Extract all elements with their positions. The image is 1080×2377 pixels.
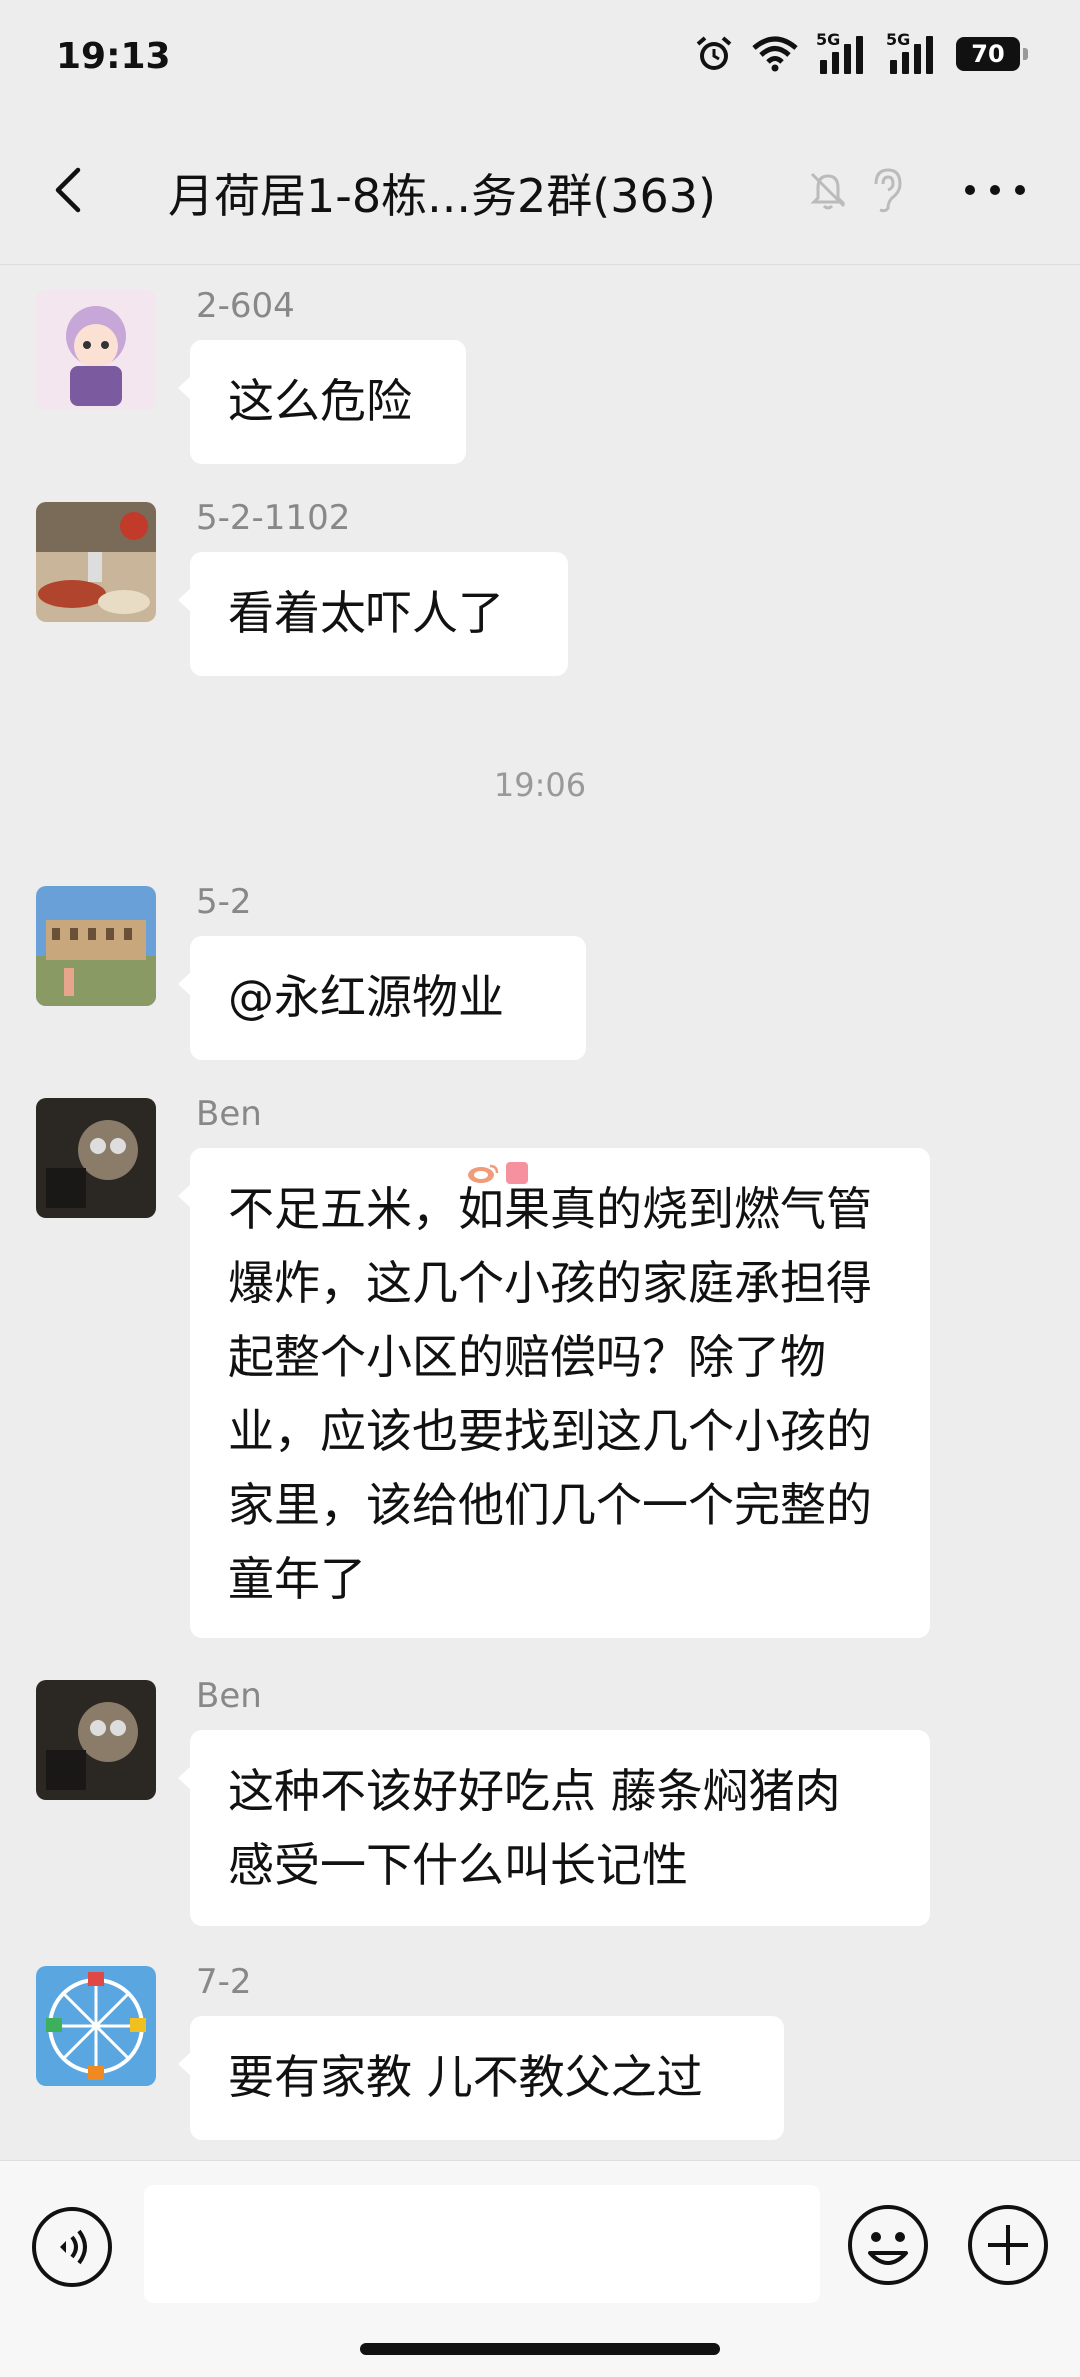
back-icon[interactable] xyxy=(40,160,100,220)
voice-input-icon[interactable] xyxy=(30,2205,114,2289)
sender-name: 5-2-1102 xyxy=(196,498,351,538)
sender-name: Ben xyxy=(196,1676,262,1716)
sender-name: Ben xyxy=(196,1094,262,1134)
avatar[interactable] xyxy=(36,1098,156,1218)
status-icons: 5G 5G 70 xyxy=(694,30,1028,74)
message-bubble[interactable]: 不足五米，如果真的烧到燃气管爆炸，这几个小孩的家庭承担得起整个小区的赔偿吗？除了… xyxy=(178,1148,930,1638)
chat-title: 月荷居1-8栋...务2群(363) xyxy=(168,169,716,223)
ear-icon xyxy=(874,168,902,213)
avatar[interactable] xyxy=(36,290,156,410)
network-type-2: 5G xyxy=(886,30,911,49)
signal-icon-1: 5G xyxy=(816,30,868,74)
message-input[interactable] xyxy=(144,2185,820,2303)
watermark-badge-icon xyxy=(506,1162,528,1184)
input-bar xyxy=(0,2160,1080,2377)
home-indicator[interactable] xyxy=(360,2343,720,2355)
avatar[interactable] xyxy=(36,1680,156,1800)
message-bubble[interactable]: 要有家教 儿不教父之过 xyxy=(178,2016,784,2140)
message-bubble[interactable]: 这种不该好好吃点 藤条焖猪肉 感受一下什么叫长记性 xyxy=(178,1730,930,1926)
mute-bell-icon xyxy=(810,172,846,210)
battery-level: 70 xyxy=(971,40,1005,68)
wifi-icon xyxy=(752,36,798,72)
network-type-1: 5G xyxy=(816,30,841,49)
battery-icon: 70 xyxy=(956,37,1028,71)
avatar[interactable] xyxy=(36,502,156,622)
alarm-icon xyxy=(696,36,732,70)
signal-icon-2: 5G xyxy=(886,30,938,74)
status-bar: 19:13 5G 5G 70 xyxy=(0,0,1080,120)
watermark xyxy=(466,1162,528,1184)
emoji-icon[interactable] xyxy=(846,2203,930,2287)
plus-icon[interactable] xyxy=(966,2203,1050,2287)
avatar[interactable] xyxy=(36,886,156,1006)
message-bubble[interactable]: @永红源物业 xyxy=(178,936,586,1060)
chat-header: 月荷居1-8栋...务2群(363) xyxy=(0,120,1080,265)
weibo-logo-icon xyxy=(468,1164,499,1183)
more-icon[interactable] xyxy=(960,168,1030,212)
status-time: 19:13 xyxy=(56,36,171,77)
avatar[interactable] xyxy=(36,1966,156,2086)
timestamp: 19:06 xyxy=(493,766,587,804)
sender-name: 7-2 xyxy=(196,1962,252,2002)
message-bubble[interactable]: 这么危险 xyxy=(178,340,466,464)
message-bubble[interactable]: 看着太吓人了 xyxy=(178,552,568,676)
sender-name: 5-2 xyxy=(196,882,252,922)
sender-name: 2-604 xyxy=(196,286,295,326)
